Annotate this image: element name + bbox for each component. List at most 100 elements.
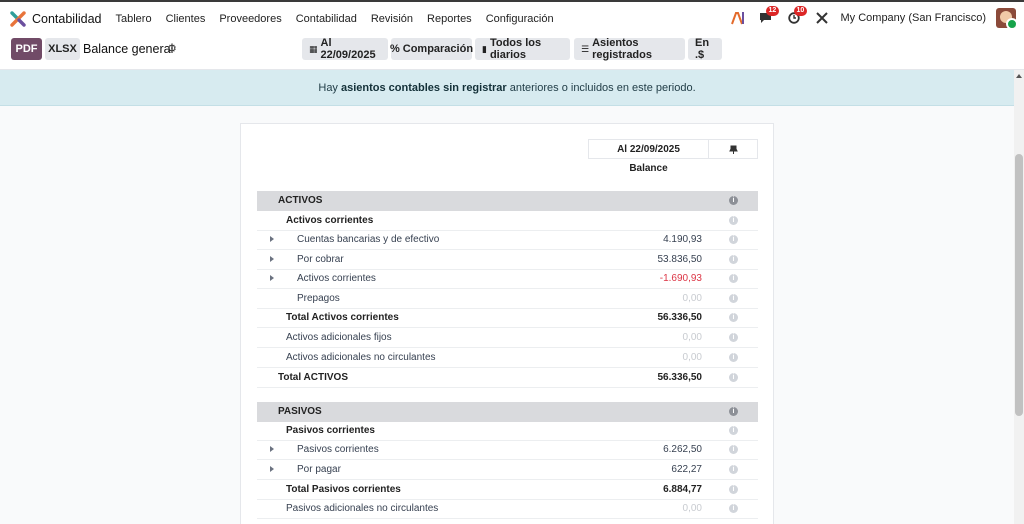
page-scrollbar[interactable] bbox=[1014, 70, 1024, 524]
info-icon[interactable]: i bbox=[729, 353, 738, 362]
info-icon[interactable]: i bbox=[729, 485, 738, 494]
comparison-filter-label: Comparación bbox=[402, 43, 474, 55]
scroll-up-icon[interactable] bbox=[1016, 74, 1022, 78]
line-amount[interactable]: 0,00 bbox=[683, 332, 702, 343]
sliders-icon: ☰ bbox=[581, 43, 590, 54]
info-icon[interactable]: i bbox=[729, 216, 738, 225]
info-icon[interactable]: i bbox=[729, 504, 738, 513]
messages-icon[interactable]: 12 bbox=[757, 6, 780, 27]
expand-caret-icon[interactable] bbox=[270, 466, 274, 472]
activities-icon[interactable]: 10 bbox=[785, 6, 808, 27]
report-line-row: Activos adicionales fijos 0,00 i bbox=[257, 328, 758, 348]
line-amount[interactable]: 56.336,50 bbox=[658, 372, 703, 383]
report-line-row: Pasivos corrientes i bbox=[257, 421, 758, 441]
menu-revision[interactable]: Revisión bbox=[371, 13, 413, 25]
line-amount[interactable]: -1.690,93 bbox=[660, 273, 702, 284]
date-filter-button[interactable]: ▦ Al 22/09/2025 bbox=[302, 37, 388, 61]
calendar-icon: ▦ bbox=[309, 43, 318, 54]
info-icon[interactable]: i bbox=[729, 445, 738, 454]
line-label: Cuentas bancarias y de efectivo bbox=[297, 234, 440, 245]
line-label: Activos adicionales no circulantes bbox=[286, 352, 436, 363]
report-line-row[interactable]: Pasivos corrientes 6.262,50 i bbox=[257, 440, 758, 460]
menu-proveedores[interactable]: Proveedores bbox=[219, 13, 281, 25]
menu-clientes[interactable]: Clientes bbox=[166, 13, 206, 25]
report-line-row[interactable]: Cuentas bancarias y de efectivo 4.190,93 i bbox=[257, 230, 758, 250]
page-title: Balance general bbox=[83, 42, 174, 56]
info-icon[interactable]: i bbox=[729, 426, 738, 435]
total-row: Total Activos corrientes 56.336,50 i bbox=[257, 308, 758, 328]
line-label: Total Pasivos corrientes bbox=[286, 484, 401, 495]
entries-filter-label: Asientos registrados bbox=[592, 37, 652, 61]
messages-badge: 12 bbox=[765, 6, 780, 16]
report-sheet: Al 22/09/2025 Balance ACTIVOS i Activos co… bbox=[240, 123, 774, 524]
ai-assistant-icon[interactable] bbox=[729, 9, 747, 27]
info-icon[interactable]: i bbox=[729, 373, 738, 382]
top-navbar: Contabilidad Tablero Clientes Proveedore… bbox=[0, 0, 1024, 36]
book-icon: ▮ bbox=[482, 43, 487, 54]
menu-configuracion[interactable]: Configuración bbox=[486, 13, 554, 25]
menu-reportes[interactable]: Reportes bbox=[427, 13, 472, 25]
comparison-filter-button[interactable]: % Comparación bbox=[389, 38, 474, 60]
date-filter-label: Al 22/09/2025 bbox=[320, 37, 376, 61]
line-amount[interactable]: 0,00 bbox=[683, 293, 702, 304]
column-subheader: Balance bbox=[629, 163, 668, 174]
percent-icon: % bbox=[389, 43, 400, 55]
report-line-row[interactable]: Por pagar 622,27 i bbox=[257, 460, 758, 480]
line-amount[interactable]: 0,00 bbox=[683, 352, 702, 363]
expand-caret-icon[interactable] bbox=[270, 236, 274, 242]
column-options-icon[interactable] bbox=[709, 139, 758, 159]
menu-contabilidad[interactable]: Contabilidad bbox=[296, 13, 357, 25]
unposted-entries-link[interactable]: asientos contables sin registrar bbox=[341, 82, 507, 94]
info-icon[interactable]: i bbox=[729, 294, 738, 303]
accounting-app-icon[interactable] bbox=[10, 11, 26, 27]
line-label: Por pagar bbox=[297, 464, 341, 475]
line-label: Activos corrientes bbox=[286, 215, 374, 226]
journals-filter-label: Todos los diarios bbox=[489, 37, 542, 61]
tools-icon[interactable] bbox=[813, 9, 831, 27]
entries-filter-button[interactable]: ☰ Asientos registrados bbox=[574, 37, 685, 61]
line-amount[interactable]: 6.884,77 bbox=[663, 484, 702, 495]
column-header-date[interactable]: Al 22/09/2025 bbox=[588, 139, 709, 159]
line-label: Pasivos adicionales no circulantes bbox=[286, 503, 439, 514]
line-label: Total ACTIVOS bbox=[278, 372, 348, 383]
report-line-row[interactable]: Por cobrar 53.836,50 i bbox=[257, 250, 758, 270]
line-label: Por cobrar bbox=[297, 254, 344, 265]
expand-caret-icon[interactable] bbox=[270, 446, 274, 452]
line-label: Prepagos bbox=[297, 293, 340, 304]
journals-filter-button[interactable]: ▮ Todos los diarios bbox=[475, 37, 570, 61]
line-amount[interactable]: 6.262,50 bbox=[663, 444, 702, 455]
line-amount[interactable]: 622,27 bbox=[671, 464, 702, 475]
scroll-thumb[interactable] bbox=[1015, 154, 1023, 416]
report-line-row[interactable]: Activos corrientes -1.690,93 i bbox=[257, 269, 758, 289]
control-panel: PDF XLSX Balance general ⚙ ▦ Al 22/09/20… bbox=[0, 36, 1024, 70]
info-icon[interactable]: i bbox=[729, 465, 738, 474]
report-line-row: Activos corrientes i bbox=[257, 211, 758, 231]
info-icon[interactable]: i bbox=[729, 274, 738, 283]
unposted-entries-alert: Hay asientos contables sin registrar ant… bbox=[0, 70, 1014, 106]
line-amount[interactable]: 53.836,50 bbox=[658, 254, 703, 265]
report-line-row: Activos adicionales no circulantes 0,00 i bbox=[257, 348, 758, 368]
menu-tablero[interactable]: Tablero bbox=[116, 13, 152, 25]
info-icon[interactable]: i bbox=[729, 196, 738, 205]
company-switcher[interactable]: My Company (San Francisco) bbox=[841, 12, 987, 24]
expand-caret-icon[interactable] bbox=[270, 275, 274, 281]
user-avatar[interactable] bbox=[996, 8, 1016, 28]
info-icon[interactable]: i bbox=[729, 235, 738, 244]
info-icon[interactable]: i bbox=[729, 333, 738, 342]
line-amount[interactable]: 0,00 bbox=[683, 503, 702, 514]
xlsx-button[interactable]: XLSX bbox=[45, 38, 80, 60]
line-amount[interactable]: 4.190,93 bbox=[663, 234, 702, 245]
info-icon[interactable]: i bbox=[729, 407, 738, 416]
alert-text-before: Hay bbox=[318, 81, 341, 94]
currency-filter-button[interactable]: En .$ bbox=[688, 37, 722, 61]
info-icon[interactable]: i bbox=[729, 255, 738, 264]
section-header-row: ACTIVOS i bbox=[257, 191, 758, 211]
info-icon[interactable]: i bbox=[729, 313, 738, 322]
app-title[interactable]: Contabilidad bbox=[32, 12, 102, 26]
pdf-button[interactable]: PDF bbox=[11, 38, 42, 60]
expand-caret-icon[interactable] bbox=[270, 256, 274, 262]
line-amount[interactable]: 56.336,50 bbox=[658, 312, 703, 323]
gear-icon[interactable]: ⚙ bbox=[167, 42, 177, 55]
total-row: Total ACTIVOS 56.336,50 i bbox=[257, 368, 758, 388]
activities-badge: 10 bbox=[793, 6, 808, 16]
